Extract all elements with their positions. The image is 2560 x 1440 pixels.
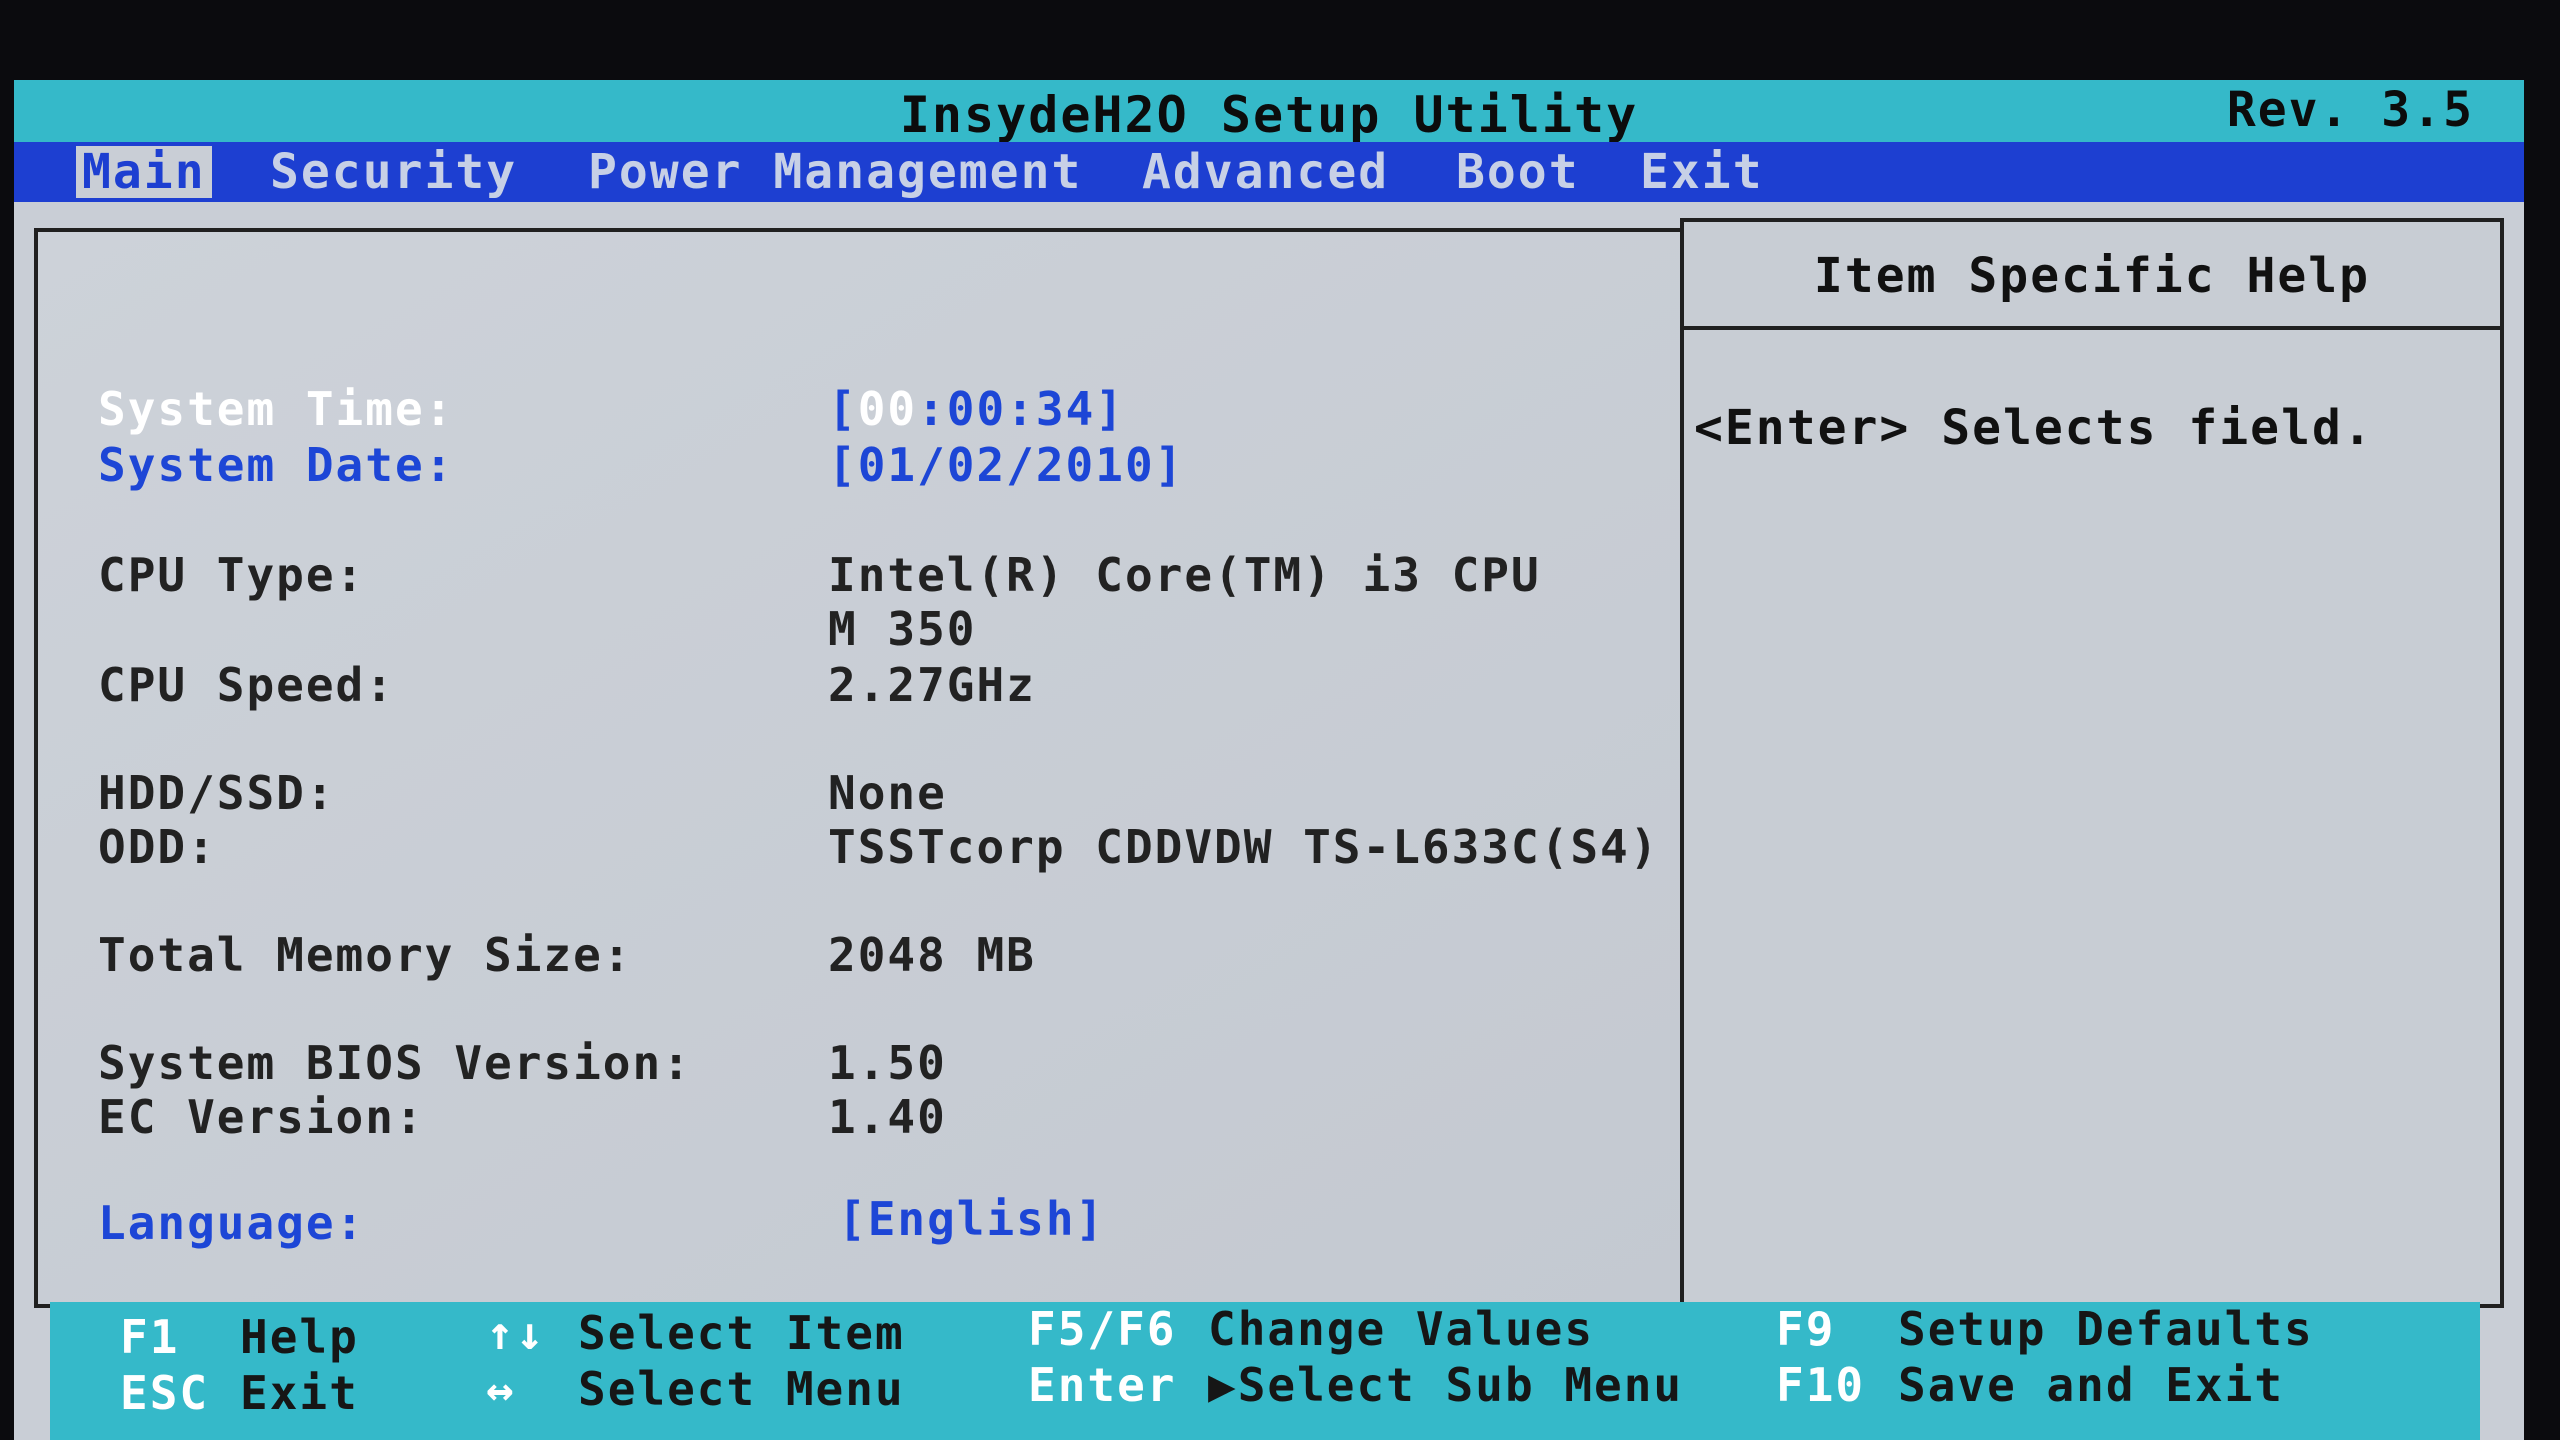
cpu-type-value-line1: Intel(R) Core(TM) i3 CPU <box>828 548 1541 602</box>
help-text: <Enter> Selects field. <box>1694 400 2374 456</box>
change-values-label: Change Values <box>1208 1302 1595 1356</box>
odd-label: ODD: <box>98 820 217 874</box>
select-sub-menu-label: ▶Select Sub Menu <box>1208 1358 1684 1412</box>
select-item-label: Select Item <box>578 1306 905 1360</box>
main-settings-panel: System Time: [00:00:34] System Date: [01… <box>34 228 1684 1308</box>
menu-security[interactable]: Security <box>264 146 523 198</box>
f5-f6-key: F5/F6 <box>1028 1302 1177 1356</box>
hdd-value: None <box>828 766 947 820</box>
setup-defaults-label: Setup Defaults <box>1898 1302 2314 1356</box>
bios-version-label: System BIOS Version: <box>98 1036 692 1090</box>
select-menu-label: Select Menu <box>578 1362 905 1416</box>
up-down-arrow-icon: ↑↓ <box>486 1306 546 1360</box>
app-title: InsydeH2O Setup Utility <box>899 86 1639 144</box>
menu-advanced[interactable]: Advanced <box>1136 146 1395 198</box>
memory-label: Total Memory Size: <box>98 928 633 982</box>
save-and-exit-label: Save and Exit <box>1898 1358 2285 1412</box>
menu-power-management[interactable]: Power Management <box>582 146 1088 198</box>
system-time-label[interactable]: System Time: <box>98 382 454 436</box>
system-time-rest: :00:34] <box>917 382 1125 436</box>
memory-value: 2048 MB <box>828 928 1036 982</box>
revision-label: Rev. 3.5 <box>2226 82 2474 138</box>
title-bar: InsydeH2O Setup Utility Rev. 3.5 <box>14 80 2524 144</box>
menu-boot[interactable]: Boot <box>1450 146 1586 198</box>
system-time-open-bracket: [ <box>828 382 858 436</box>
menu-bar: Main Security Power Management Advanced … <box>14 142 2524 202</box>
bios-version-value: 1.50 <box>828 1036 947 1090</box>
hdd-label: HDD/SSD: <box>98 766 336 820</box>
system-time-field[interactable]: [00:00:34] <box>828 382 1125 436</box>
language-label[interactable]: Language: <box>98 1196 365 1250</box>
odd-value: TSSTcorp CDDVDW TS-L633C(S4) <box>828 820 1660 874</box>
help-title: Item Specific Help <box>1684 222 2500 330</box>
esc-key: ESC <box>120 1366 210 1420</box>
system-time-hour[interactable]: 00 <box>858 382 917 436</box>
left-right-arrow-icon: ↔ <box>486 1362 516 1416</box>
esc-label: Exit <box>240 1366 359 1420</box>
cpu-type-value-line2: M 350 <box>828 602 977 656</box>
language-field[interactable]: [English] <box>838 1192 1105 1246</box>
system-date-field[interactable]: [01/02/2010] <box>828 438 1184 492</box>
ec-version-label: EC Version: <box>98 1090 425 1144</box>
bios-screen: InsydeH2O Setup Utility Rev. 3.5 Main Se… <box>14 80 2524 1440</box>
menu-main[interactable]: Main <box>76 146 212 198</box>
f10-key: F10 <box>1776 1358 1866 1412</box>
ec-version-value: 1.40 <box>828 1090 947 1144</box>
f1-label: Help <box>240 1310 359 1364</box>
key-legend-bar: F1 Help ESC Exit ↑↓ Select Item ↔ Select… <box>50 1302 2480 1440</box>
item-help-panel: Item Specific Help <Enter> Selects field… <box>1680 218 2504 1308</box>
cpu-speed-value: 2.27GHz <box>828 658 1036 712</box>
cpu-speed-label: CPU Speed: <box>98 658 395 712</box>
f1-key: F1 <box>120 1310 180 1364</box>
cpu-type-label: CPU Type: <box>98 548 366 602</box>
f9-key: F9 <box>1776 1302 1836 1356</box>
menu-exit[interactable]: Exit <box>1634 146 1770 198</box>
enter-key: Enter <box>1028 1358 1177 1412</box>
system-date-label[interactable]: System Date: <box>98 438 454 492</box>
